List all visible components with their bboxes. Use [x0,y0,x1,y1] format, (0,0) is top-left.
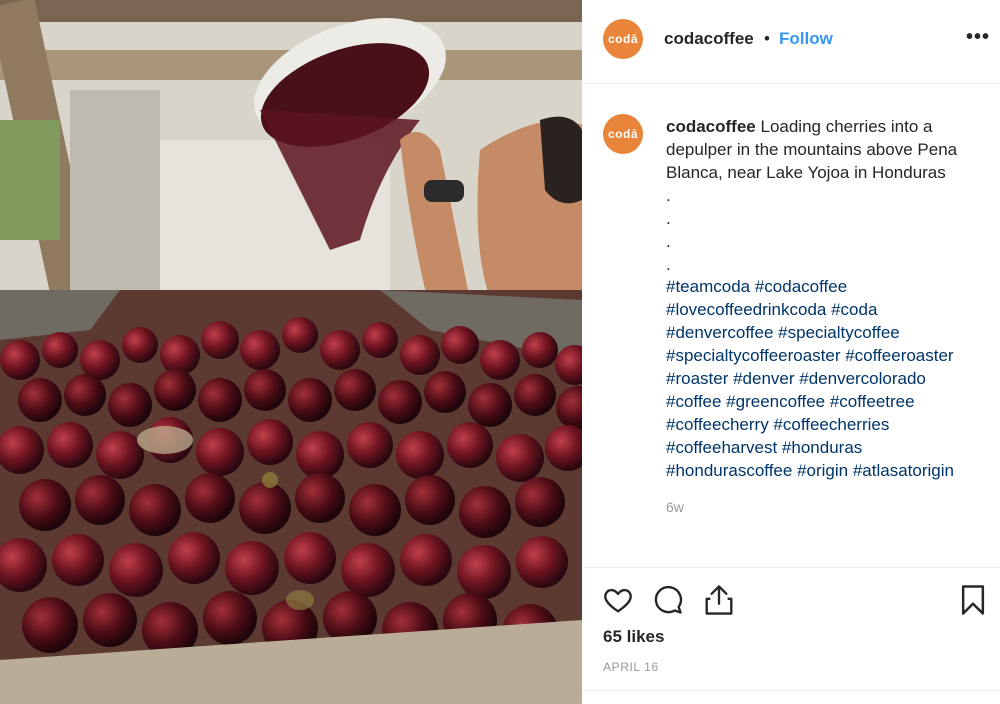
post-header: codā codacoffee • Follow ••• [582,0,1000,84]
hashtag-list: #teamcoda #codacoffee #lovecoffeedrinkco… [666,275,996,482]
caption-dots: . . . . [666,184,996,276]
heart-icon[interactable] [602,585,634,615]
photo-illustration [0,0,582,704]
post-details-panel: codā codacoffee • Follow ••• codā codaco… [582,0,1000,704]
comment-bubble-icon[interactable] [653,585,683,615]
hashtag-line[interactable]: #denvercoffee #specialtycoffee [666,321,996,344]
hashtag-line[interactable]: #coffeecherry #coffeecherries [666,413,996,436]
separator-dot: • [764,29,770,48]
divider [582,690,1000,691]
post-date[interactable]: APRIL 16 [603,660,659,674]
caption-dot: . [666,186,671,205]
follow-button[interactable]: Follow [779,29,833,49]
hashtag-line[interactable]: #coffeeharvest #honduras [666,436,996,459]
post-time-ago[interactable]: 6w [666,499,684,515]
profile-avatar[interactable]: codā [603,19,643,59]
caption-dot: . [666,232,671,251]
caption-dot: . [666,209,671,228]
hashtag-line[interactable]: #specialtycoffeeroaster #coffeeroaster [666,344,996,367]
post-username[interactable]: codacoffee [664,29,754,49]
post-photo[interactable] [0,0,582,704]
bookmark-icon[interactable] [960,584,986,616]
hashtag-line[interactable]: #roaster #denver #denvercolorado [666,367,996,390]
hashtag-line[interactable]: #lovecoffeedrinkcoda #coda [666,298,996,321]
hashtag-line[interactable]: #hondurascoffee #origin #atlasatorigin [666,459,996,482]
share-icon[interactable] [704,584,734,616]
caption-avatar[interactable]: codā [603,114,643,154]
post-actions: 65 likes APRIL 16 [582,567,1000,704]
more-options-icon[interactable]: ••• [966,26,990,49]
caption-username[interactable]: codacoffee [666,117,756,136]
caption-dot: . [666,255,671,274]
likes-count[interactable]: 65 likes [603,627,664,647]
hashtag-line[interactable]: #coffee #greencoffee #coffeetree [666,390,996,413]
caption-section: codā codacoffee Loading cherries into a … [582,85,1000,567]
caption-text: codacoffee Loading cherries into a depul… [666,115,996,276]
hashtag-line[interactable]: #teamcoda #codacoffee [666,275,996,298]
